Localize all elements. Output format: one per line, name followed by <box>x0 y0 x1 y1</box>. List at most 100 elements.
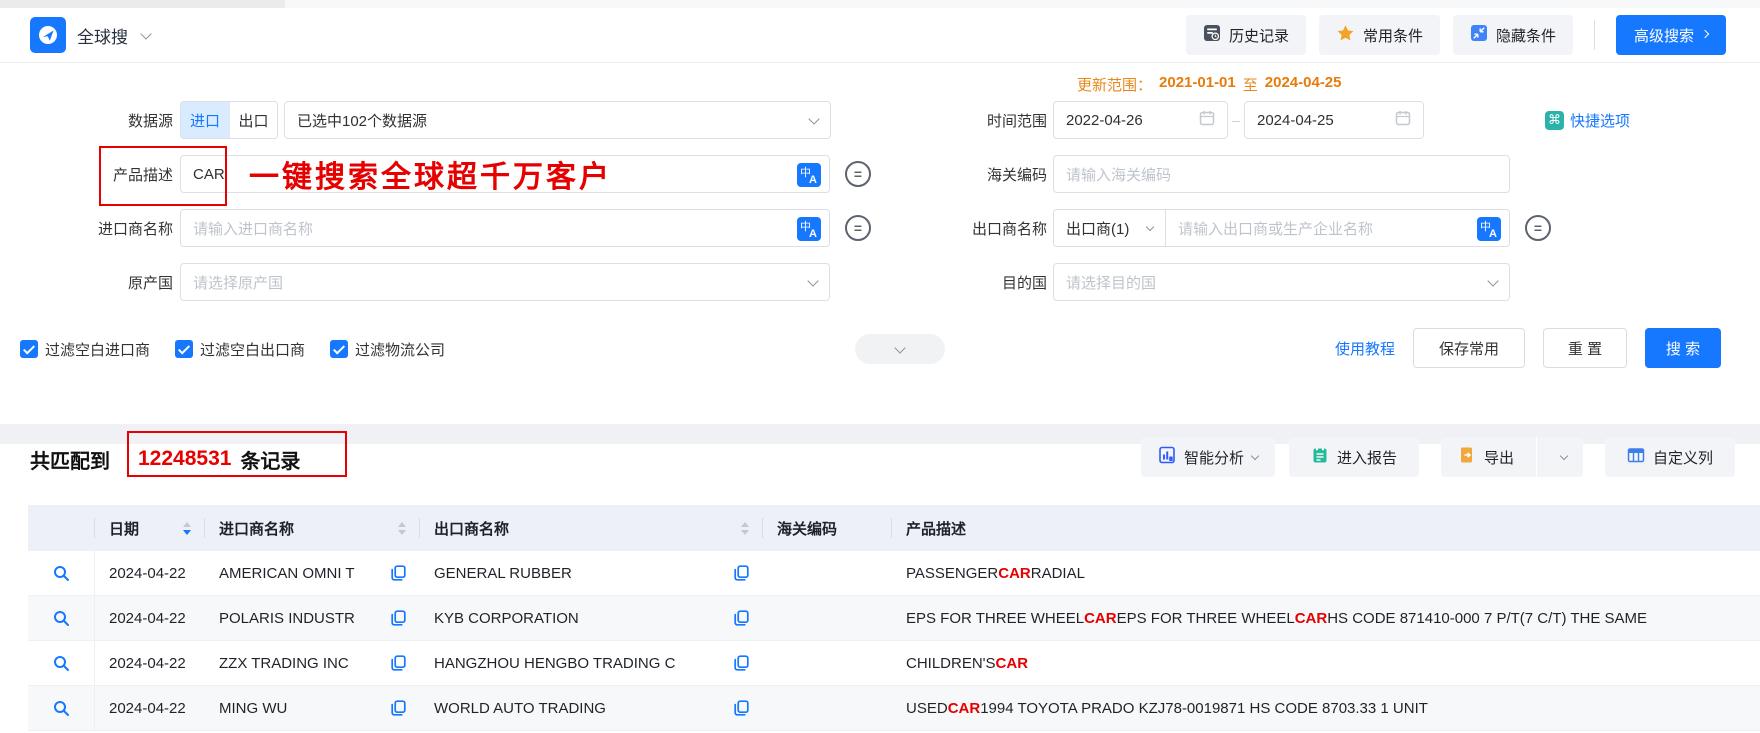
favorites-button[interactable]: 常用条件 <box>1318 15 1440 55</box>
sort-icon-exporter[interactable] <box>741 521 749 535</box>
datasource-select[interactable]: 已选中102个数据源 <box>284 101 831 139</box>
bi-chart-icon <box>1158 446 1176 468</box>
tab-export[interactable]: 出口 <box>229 102 277 138</box>
copy-icon[interactable] <box>391 565 406 581</box>
export-label: 导出 <box>1484 449 1515 467</box>
exporter-input[interactable]: 请输入出口商或生产企业名称 <box>1166 218 1509 239</box>
origin-country-select[interactable]: 请选择原产国 <box>180 263 830 301</box>
magnifier-icon[interactable] <box>53 700 70 717</box>
header-hs-code-label: 海关编码 <box>777 520 838 538</box>
copy-icon[interactable] <box>391 700 406 716</box>
time-range-label: 时间范围 <box>986 112 1047 130</box>
header-date[interactable]: 日期 <box>95 505 205 551</box>
custom-columns-button[interactable]: 自定义列 <box>1605 437 1736 477</box>
hide-conditions-button[interactable]: 隐藏条件 <box>1452 15 1573 55</box>
checkbox-checked-icon <box>175 340 194 358</box>
cell-importer[interactable]: AMERICAN OMNI T <box>205 551 420 595</box>
collapse-form-button[interactable] <box>855 334 945 364</box>
row-detail-button[interactable] <box>28 686 95 730</box>
cell-exporter[interactable]: KYB CORPORATION <box>420 596 763 640</box>
exclude-icon[interactable]: = <box>1525 215 1551 241</box>
exclude-icon[interactable]: = <box>845 161 871 187</box>
app-switcher-chevron-icon[interactable] <box>140 27 152 40</box>
hs-code-input[interactable]: 请输入海关编码 <box>1053 155 1510 193</box>
header-exporter[interactable]: 出口商名称 <box>420 505 763 551</box>
update-range-to-word: 至 <box>1242 77 1258 94</box>
translate-icon[interactable]: 中 A <box>797 217 821 241</box>
results-table: 日期 进口商名称 出口商名称 海关编码 产品描述 2024-04-22 AMERI… <box>28 505 1760 731</box>
copy-icon[interactable] <box>391 655 406 671</box>
cell-importer[interactable]: MING WU <box>205 686 420 730</box>
filter-logistics[interactable]: 过滤物流公司 <box>330 339 445 360</box>
time-range-row: 时间范围 2022-04-26 – 2024-04-25 ⌘ 快捷选项 <box>950 101 1630 139</box>
hs-code-label: 海关编码 <box>986 166 1047 184</box>
custom-columns-label: 自定义列 <box>1653 449 1714 467</box>
save-favorite-button[interactable]: 保存常用 <box>1413 328 1526 368</box>
destination-select[interactable]: 请选择目的国 <box>1053 263 1510 301</box>
magnifier-icon[interactable] <box>53 655 70 672</box>
chevron-down-icon <box>1145 222 1155 231</box>
table-row: 2024-04-22 POLARIS INDUSTR KYB CORPORATION… <box>28 596 1760 641</box>
magnifier-icon[interactable] <box>53 565 70 582</box>
importer-input[interactable]: 请输入进口商名称 中 A <box>180 209 830 247</box>
cell-importer[interactable]: POLARIS INDUSTR <box>205 596 420 640</box>
chevron-right-icon <box>1700 29 1710 38</box>
columns-icon <box>1627 446 1645 468</box>
table-row: 2024-04-22 AMERICAN OMNI T GENERAL RUBBER P… <box>28 551 1760 596</box>
exclude-icon[interactable]: = <box>845 215 871 241</box>
tutorial-link[interactable]: 使用教程 <box>1335 338 1395 359</box>
copy-icon[interactable] <box>391 610 406 626</box>
translate-icon[interactable]: 中 A <box>797 163 821 187</box>
advanced-search-button[interactable]: 高级搜索 <box>1615 15 1726 55</box>
exporter-type-select[interactable]: 出口商(1) <box>1054 210 1166 246</box>
tab-import[interactable]: 进口 <box>181 102 229 138</box>
filter-blank-importer[interactable]: 过滤空白进口商 <box>20 339 150 360</box>
quick-options-button[interactable]: ⌘ 快捷选项 <box>1545 110 1630 131</box>
enter-report-label: 进入报告 <box>1336 449 1397 467</box>
exporter-type-value: 出口商(1) <box>1066 220 1130 238</box>
table-header: 日期 进口商名称 出口商名称 海关编码 产品描述 <box>28 505 1760 551</box>
export-button-group: 导出 <box>1441 437 1584 477</box>
copy-icon[interactable] <box>734 655 749 671</box>
filter-blank-exporter[interactable]: 过滤空白出口商 <box>175 339 305 360</box>
reset-button[interactable]: 重 置 <box>1543 328 1628 368</box>
smart-analysis-button[interactable]: 智能分析 <box>1141 437 1275 477</box>
sort-icon-date[interactable] <box>183 521 191 535</box>
date-from-input[interactable]: 2022-04-26 <box>1053 101 1228 139</box>
chevron-down-icon <box>808 112 820 125</box>
export-button[interactable]: 导出 <box>1441 446 1528 468</box>
row-detail-button[interactable] <box>28 551 95 595</box>
date-to-value: 2024-04-25 <box>1257 111 1334 129</box>
results-summary: 共匹配到 12248531 条记录 <box>30 438 300 480</box>
row-detail-button[interactable] <box>28 596 95 640</box>
export-dropdown-button[interactable] <box>1545 451 1583 460</box>
date-to-input[interactable]: 2024-04-25 <box>1244 101 1424 139</box>
cell-hs-code <box>763 596 892 640</box>
importer-row: 进口商名称 请输入进口商名称 中 A = <box>30 209 871 247</box>
header-importer[interactable]: 进口商名称 <box>205 505 420 551</box>
product-desc-input[interactable]: CAR 中 A <box>180 155 830 193</box>
enter-report-button[interactable]: 进入报告 <box>1289 437 1419 477</box>
cell-exporter[interactable]: HANGZHOU HENGBO TRADING C <box>420 641 763 685</box>
copy-icon[interactable] <box>734 565 749 581</box>
chevron-down-icon <box>894 341 906 354</box>
header-importer-label: 进口商名称 <box>219 520 295 538</box>
history-button[interactable]: 历史记录 <box>1185 15 1306 55</box>
translate-icon[interactable]: 中 A <box>1477 217 1501 241</box>
magnifier-icon[interactable] <box>53 610 70 627</box>
sort-icon-importer[interactable] <box>398 521 406 535</box>
copy-icon[interactable] <box>734 700 749 716</box>
copy-icon[interactable] <box>734 610 749 626</box>
favorites-label: 常用条件 <box>1362 27 1423 45</box>
cell-exporter[interactable]: GENERAL RUBBER <box>420 551 763 595</box>
row-detail-button[interactable] <box>28 641 95 685</box>
hs-code-placeholder: 请输入海关编码 <box>1066 166 1172 184</box>
search-button[interactable]: 搜 索 <box>1645 328 1722 368</box>
smart-analysis-label: 智能分析 <box>1184 449 1245 467</box>
cell-exporter[interactable]: WORLD AUTO TRADING <box>420 686 763 730</box>
report-icon <box>1311 446 1329 468</box>
cell-product-desc: EPS FOR THREE WHEEL CAR EPS FOR THREE WH… <box>906 609 1648 627</box>
header-date-label: 日期 <box>109 520 140 538</box>
cell-importer[interactable]: ZZX TRADING INC <box>205 641 420 685</box>
table-row: 2024-04-22 MING WU WORLD AUTO TRADING USED … <box>28 686 1760 731</box>
